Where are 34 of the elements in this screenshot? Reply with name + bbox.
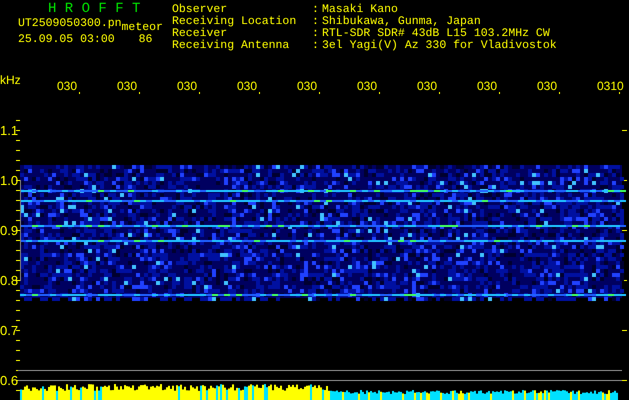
time-label: 030 [117, 79, 138, 93]
time-label: 030 [297, 79, 318, 93]
time-label: 030 [537, 79, 558, 93]
frequency-label: 0.9 [0, 223, 18, 238]
app-title: H R O F F T [47, 0, 142, 17]
frequency-label: 1.0 [0, 173, 18, 188]
time-label: 030 [57, 79, 78, 93]
frequency-label: 1.1 [0, 123, 18, 138]
info-separator: : [312, 28, 320, 40]
frequency-label: 0.6 [0, 373, 18, 388]
info-separator: : [312, 16, 320, 28]
info-value: Shibukawa, Gunma, Japan [322, 16, 481, 28]
time-label: 030 [177, 79, 198, 93]
unit-label: kHz [0, 73, 21, 87]
info-value: RTL-SDR SDR# 43dB L15 103.2MHz CW [322, 28, 550, 40]
time-label: 030 [357, 79, 378, 93]
file-name: UT2509050300.pn [18, 18, 122, 30]
mode-label: meteor [122, 22, 163, 34]
frequency-label: 0.7 [0, 323, 18, 338]
date-time: 25.09.05 03:00 [18, 34, 115, 46]
count-value: 86 [138, 34, 152, 46]
time-label: 030 [417, 79, 438, 93]
time-label: 030 [237, 79, 258, 93]
time-label: 030 [477, 79, 498, 93]
time-label: 0310 [597, 79, 624, 93]
frequency-label: 0.8 [0, 273, 18, 288]
info-label: Receiving Antenna [172, 40, 290, 52]
info-label: Observer [172, 4, 228, 16]
info-value: 3el Yagi(V) Az 330 for Vladivostok [322, 40, 557, 52]
info-separator: : [312, 40, 320, 52]
info-value: Masaki Kano [322, 4, 398, 16]
info-label: Receiver [172, 28, 228, 40]
info-label: Receiving Location [172, 16, 298, 28]
info-separator: : [312, 4, 320, 16]
